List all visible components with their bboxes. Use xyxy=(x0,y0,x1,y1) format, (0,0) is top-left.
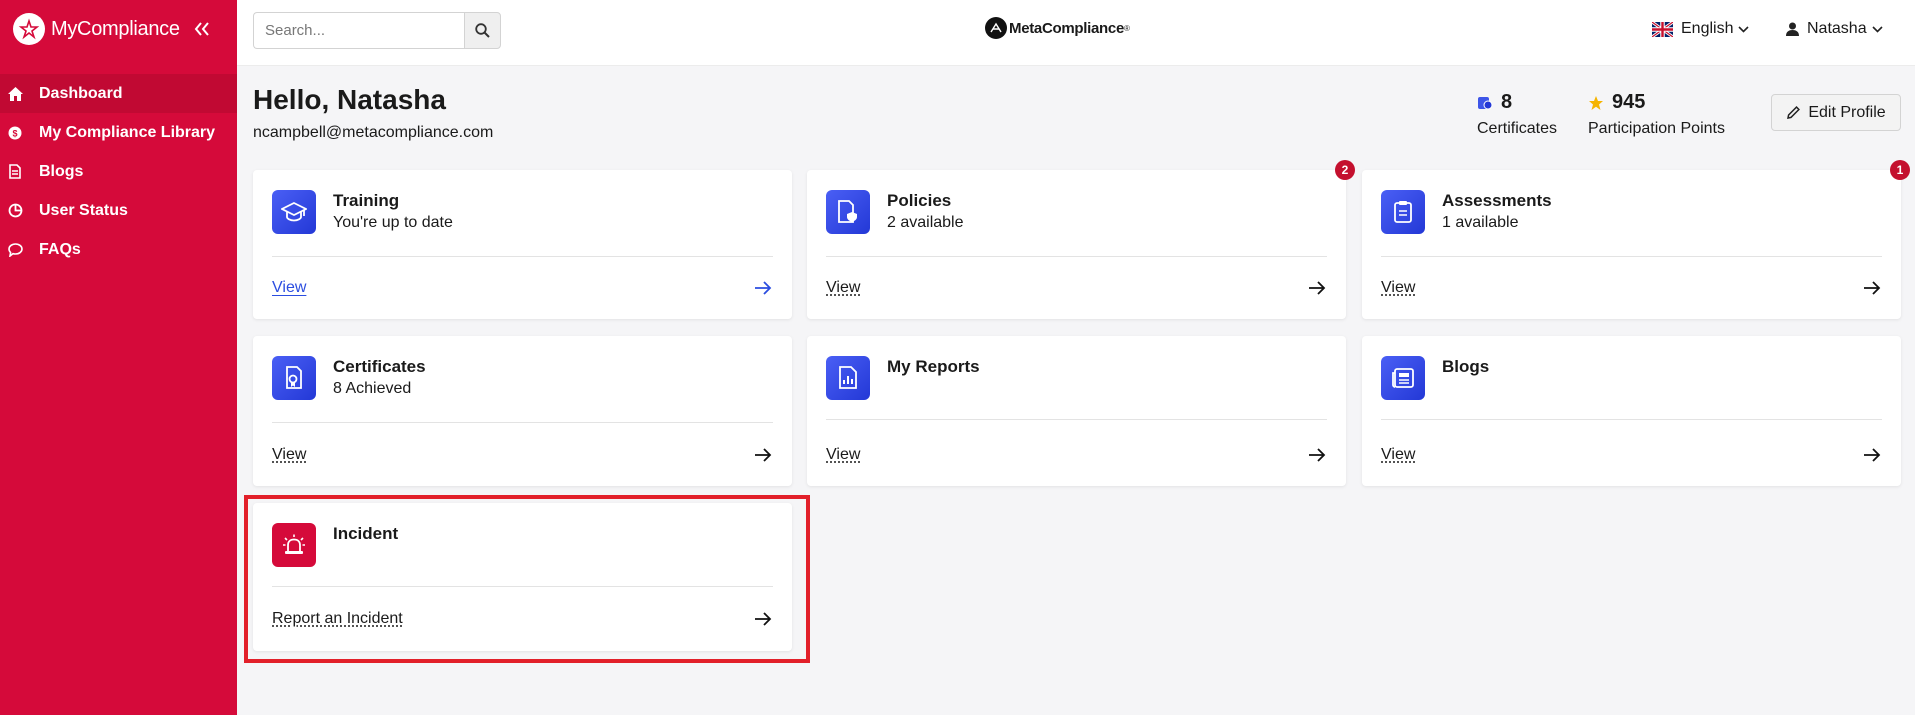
top-header: MetaCompliance® English Natasha xyxy=(237,0,1915,66)
sidebar-item-label: FAQs xyxy=(39,240,81,258)
card-subtitle: 1 available xyxy=(1442,214,1519,231)
card-subtitle: 8 Achieved xyxy=(333,380,412,397)
policies-card: Policies 2 available View xyxy=(807,170,1346,319)
clipboard-icon xyxy=(1381,190,1425,234)
sidebar: MyCompliance Dashboard $ My Compliance L… xyxy=(0,0,237,715)
certificate-icon xyxy=(1477,95,1493,111)
card-title: Training xyxy=(333,191,400,210)
pie-chart-icon xyxy=(7,203,23,219)
arrow-right-icon[interactable] xyxy=(1307,278,1327,298)
sidebar-item-library[interactable]: $ My Compliance Library xyxy=(0,113,237,152)
sidebar-nav: Dashboard $ My Compliance Library Blogs … xyxy=(0,74,237,269)
certificates-card: Certificates 8 Achieved View xyxy=(253,336,792,486)
graduation-cap-icon xyxy=(272,190,316,234)
card-title: My Reports xyxy=(887,357,980,376)
chevron-down-icon xyxy=(1872,25,1883,33)
my-reports-card: My Reports View xyxy=(807,336,1346,486)
newspaper-icon xyxy=(1381,356,1425,400)
library-icon: $ xyxy=(7,125,23,141)
card-title: Certificates xyxy=(333,357,426,376)
incident-highlight-box xyxy=(244,495,810,663)
training-card: Training You're up to date View xyxy=(253,170,792,319)
report-icon xyxy=(826,356,870,400)
sidebar-item-label: Blogs xyxy=(39,162,84,180)
points-count: 945 xyxy=(1612,91,1646,113)
metacompliance-logo[interactable]: MetaCompliance ® xyxy=(985,17,1130,39)
sidebar-item-dashboard[interactable]: Dashboard xyxy=(0,74,237,113)
certificate-document-icon xyxy=(272,356,316,400)
metacompliance-mark-icon xyxy=(985,17,1007,39)
card-divider xyxy=(826,256,1327,257)
card-divider xyxy=(1381,256,1882,257)
card-divider xyxy=(272,422,773,423)
search-icon xyxy=(475,23,490,38)
user-menu[interactable]: Natasha xyxy=(1786,20,1883,38)
svg-text:$: $ xyxy=(12,128,17,138)
language-selector[interactable]: English xyxy=(1652,20,1750,38)
uk-flag-icon xyxy=(1652,21,1673,37)
policy-document-icon xyxy=(826,190,870,234)
card-subtitle: You're up to date xyxy=(333,214,453,231)
document-icon xyxy=(7,164,23,180)
sidebar-item-label: My Compliance Library xyxy=(39,123,216,141)
sidebar-item-user-status[interactable]: User Status xyxy=(0,191,237,230)
card-subtitle: 2 available xyxy=(887,214,964,231)
brand[interactable]: MyCompliance xyxy=(0,0,237,58)
home-icon xyxy=(7,86,23,102)
search-button[interactable] xyxy=(464,12,501,49)
user-email: ncampbell@metacompliance.com xyxy=(253,124,494,141)
policies-view-link[interactable]: View xyxy=(826,279,860,297)
card-title: Assessments xyxy=(1442,191,1552,210)
chevron-down-icon xyxy=(1738,25,1750,33)
arrow-right-icon[interactable] xyxy=(1862,278,1882,298)
assessments-count-badge: 1 xyxy=(1890,160,1910,180)
metacompliance-logo-text: MetaCompliance xyxy=(1009,19,1124,37)
points-label: Participation Points xyxy=(1588,120,1725,137)
page-title: Hello, Natasha xyxy=(253,84,446,115)
certificates-stat: 8 Certificates xyxy=(1477,91,1557,138)
arrow-right-icon[interactable] xyxy=(1307,445,1327,465)
card-title: Blogs xyxy=(1442,357,1490,376)
edit-profile-label: Edit Profile xyxy=(1808,103,1886,121)
arrow-right-icon[interactable] xyxy=(753,278,773,298)
pencil-icon xyxy=(1786,105,1801,120)
card-divider xyxy=(272,256,773,257)
language-label: English xyxy=(1681,20,1734,37)
policies-count-badge: 2 xyxy=(1335,160,1355,180)
blogs-view-link[interactable]: View xyxy=(1381,446,1415,464)
certificates-count: 8 xyxy=(1501,91,1513,113)
certificates-view-link[interactable]: View xyxy=(272,446,306,464)
training-view-link[interactable]: View xyxy=(272,279,306,297)
sidebar-item-label: User Status xyxy=(39,201,128,219)
participation-points-stat: 945 Participation Points xyxy=(1588,91,1725,138)
user-icon xyxy=(1786,22,1799,36)
card-divider xyxy=(1381,419,1882,420)
blogs-card: Blogs View xyxy=(1362,336,1901,486)
sidebar-item-blogs[interactable]: Blogs xyxy=(0,152,237,191)
brand-logo-icon xyxy=(13,13,45,45)
assessments-view-link[interactable]: View xyxy=(1381,279,1415,297)
sidebar-item-label: Dashboard xyxy=(39,84,123,102)
my-reports-view-link[interactable]: View xyxy=(826,446,860,464)
edit-profile-button[interactable]: Edit Profile xyxy=(1771,94,1901,131)
arrow-right-icon[interactable] xyxy=(753,445,773,465)
registered-mark: ® xyxy=(1124,23,1130,33)
arrow-right-icon[interactable] xyxy=(1862,445,1882,465)
assessments-card: Assessments 1 available View xyxy=(1362,170,1901,319)
chat-icon xyxy=(7,242,23,258)
card-title: Policies xyxy=(887,191,952,210)
card-divider xyxy=(826,419,1327,420)
certificates-label: Certificates xyxy=(1477,120,1558,137)
brand-name: MyCompliance xyxy=(51,17,180,40)
star-icon xyxy=(1588,95,1604,111)
search-input[interactable] xyxy=(253,12,464,49)
user-name: Natasha xyxy=(1807,20,1867,37)
sidebar-item-faqs[interactable]: FAQs xyxy=(0,230,237,269)
collapse-sidebar-icon[interactable] xyxy=(194,22,210,36)
search-bar xyxy=(253,12,501,49)
